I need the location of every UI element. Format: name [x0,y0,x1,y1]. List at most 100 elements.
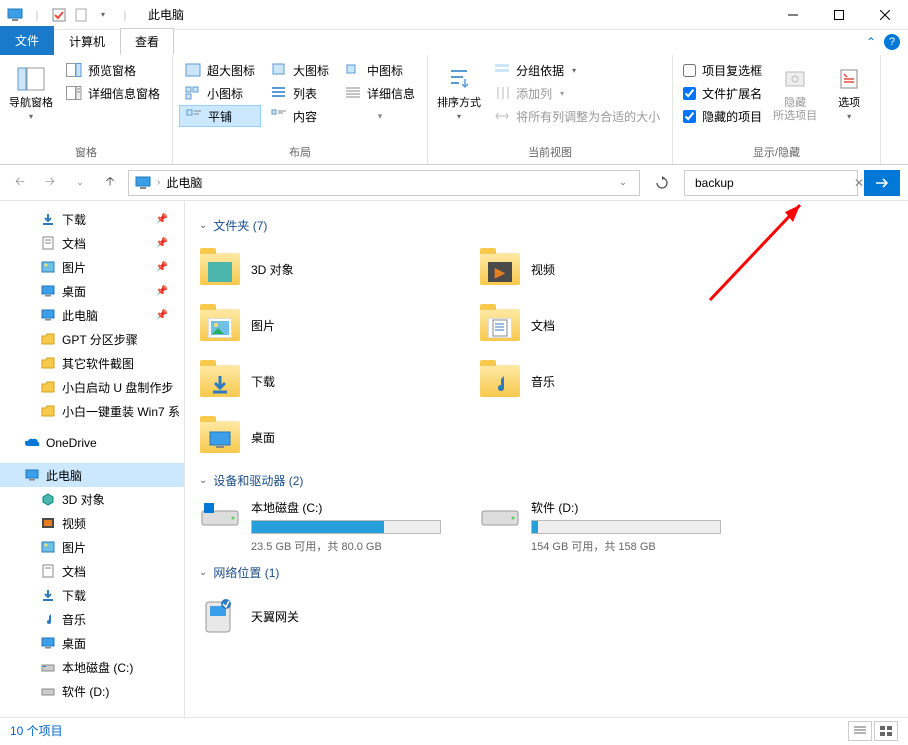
up-button[interactable]: 🡡 [98,171,122,195]
layout-medium[interactable]: 中图标 [339,59,421,81]
qat-checkbox-icon[interactable] [50,6,68,24]
tree-gpt[interactable]: GPT 分区步骤 [0,327,184,351]
section-network[interactable]: ⌄网络位置 (1) [199,564,894,581]
ribbon-group-layout: 超大图标 小图标 平铺 大图标 列表 内容 中图标 详细信息 ▾ 布局 [173,55,428,164]
folder-desktop[interactable]: 桌面 [199,412,449,462]
details-pane-button[interactable]: 详细信息窗格 [60,82,166,104]
ribbon-group-show-hide: 项目复选框 文件扩展名 隐藏的项目 隐藏 所选项目 选项 ▾ 显示/隐藏 [673,55,881,164]
recent-dropdown[interactable]: ⌄ [68,171,92,195]
folder-music[interactable]: 音乐 [479,356,729,406]
forward-button[interactable]: 🡢 [38,171,62,195]
layout-large[interactable]: 大图标 [265,59,335,81]
ribbon-tabs: 文件 计算机 查看 ⌃ ? [0,30,908,55]
pin-icon: 📌 [156,310,168,321]
layout-small[interactable]: 小图标 [179,82,261,104]
pin-icon: 📌 [156,238,168,249]
tree-thispc[interactable]: 此电脑 [0,463,184,487]
preview-pane-button[interactable]: 预览窗格 [60,59,166,81]
main-area: 下载📌 文档📌 图片📌 桌面📌 此电脑📌 GPT 分区步骤 其它软件截图 小白启… [0,201,908,717]
section-folders[interactable]: ⌄文件夹 (7) [199,217,894,234]
tree-desktop2[interactable]: 桌面 [0,631,184,655]
hide-selected-button[interactable]: 隐藏 所选项目 [770,59,820,142]
layout-content[interactable]: 内容 [265,105,335,127]
address-dropdown-icon[interactable]: ⌄ [613,177,633,188]
pc-icon [135,176,151,190]
options-button[interactable]: 选项 ▾ [824,59,874,142]
tree-3d[interactable]: 3D 对象 [0,487,184,511]
breadcrumb-sep-icon: › [157,177,160,188]
add-columns-button[interactable]: 添加列▾ [488,82,666,104]
group-by-button[interactable]: 分组依据▾ [488,59,666,81]
address-location[interactable]: 此电脑 [166,174,202,191]
address-bar[interactable]: › 此电脑 ⌄ [128,170,640,196]
title-bar: | ▾ | 此电脑 [0,0,908,30]
qat-sep2: | [116,6,134,24]
drive-icon [199,499,241,531]
nav-pane-label: 导航窗格 [9,97,53,110]
drive-d[interactable]: 软件 (D:) 154 GB 可用，共 158 GB [479,499,729,554]
tree-music[interactable]: 音乐 [0,607,184,631]
tree-xiaobai-win7[interactable]: 小白一键重装 Win7 系 [0,399,184,423]
network-gateway[interactable]: 天翼网关 [199,591,449,641]
qat-dropdown-icon[interactable]: ▾ [94,6,112,24]
chevron-down-icon: ⌄ [199,220,207,231]
search-input[interactable] [695,176,850,190]
back-button[interactable]: 🡠 [8,171,32,195]
tree-pictures2[interactable]: 图片 [0,535,184,559]
pc-icon [6,6,24,24]
section-devices[interactable]: ⌄设备和驱动器 (2) [199,472,894,489]
layout-scroll[interactable]: ▾ [339,105,421,127]
nav-pane-button[interactable]: 导航窗格 ▾ [6,59,56,142]
folder-videos[interactable]: ▶视频 [479,244,729,294]
refresh-button[interactable] [646,170,678,196]
size-columns-button[interactable]: 将所有列调整为合适的大小 [488,105,666,127]
tree-pictures[interactable]: 图片📌 [0,255,184,279]
layout-details[interactable]: 详细信息 [339,82,421,104]
tree-downloads[interactable]: 下载📌 [0,207,184,231]
close-button[interactable] [862,0,908,30]
navigation-tree[interactable]: 下载📌 文档📌 图片📌 桌面📌 此电脑📌 GPT 分区步骤 其它软件截图 小白启… [0,201,185,717]
window-controls [770,0,908,30]
tree-drive-c[interactable]: 本地磁盘 (C:) [0,655,184,679]
tree-onedrive[interactable]: OneDrive [0,431,184,455]
address-search-row: 🡠 🡢 ⌄ 🡡 › 此电脑 ⌄ ✕ [0,165,908,201]
status-bar: 10 个项目 [0,717,908,743]
tree-xiaobai-u[interactable]: 小白启动 U 盘制作步 [0,375,184,399]
maximize-button[interactable] [816,0,862,30]
extensions-toggle[interactable]: 文件扩展名 [679,82,766,104]
content-pane[interactable]: ⌄文件夹 (7) 3D 对象 ▶视频 图片 文档 下载 音乐 桌面 ⌄设备和驱动… [185,201,908,717]
tab-computer[interactable]: 计算机 [54,28,120,55]
drive-c[interactable]: 本地磁盘 (C:) 23.5 GB 可用，共 80.0 GB [199,499,449,554]
tab-file[interactable]: 文件 [0,26,54,55]
tree-drive-d[interactable]: 软件 (D:) [0,679,184,703]
search-go-button[interactable] [864,170,900,196]
view-details-button[interactable] [848,721,872,741]
panes-group-label: 窗格 [6,142,166,164]
hidden-items-toggle[interactable]: 隐藏的项目 [679,105,766,127]
minimize-button[interactable] [770,0,816,30]
qat-blank-icon[interactable] [72,6,90,24]
tree-documents[interactable]: 文档📌 [0,231,184,255]
checkboxes-toggle[interactable]: 项目复选框 [679,59,766,81]
sort-button[interactable]: 排序方式 ▾ [434,59,484,142]
folder-pictures[interactable]: 图片 [199,300,449,350]
layout-extra-large[interactable]: 超大图标 [179,59,261,81]
tree-desktop[interactable]: 桌面📌 [0,279,184,303]
current-view-group-label: 当前视图 [434,142,666,164]
search-box[interactable]: ✕ [684,170,858,196]
tree-other-soft[interactable]: 其它软件截图 [0,351,184,375]
clear-search-icon[interactable]: ✕ [854,176,864,190]
tab-view[interactable]: 查看 [120,28,174,55]
folder-documents[interactable]: 文档 [479,300,729,350]
view-large-button[interactable] [874,721,898,741]
layout-list[interactable]: 列表 [265,82,335,104]
tree-documents2[interactable]: 文档 [0,559,184,583]
folder-3d[interactable]: 3D 对象 [199,244,449,294]
tree-downloads2[interactable]: 下载 [0,583,184,607]
help-icon[interactable]: ? [884,34,900,50]
layout-tiles[interactable]: 平铺 [179,105,261,127]
tree-videos[interactable]: 视频 [0,511,184,535]
collapse-ribbon-icon[interactable]: ⌃ [866,35,876,49]
folder-downloads[interactable]: 下载 [199,356,449,406]
tree-thispc-quick[interactable]: 此电脑📌 [0,303,184,327]
